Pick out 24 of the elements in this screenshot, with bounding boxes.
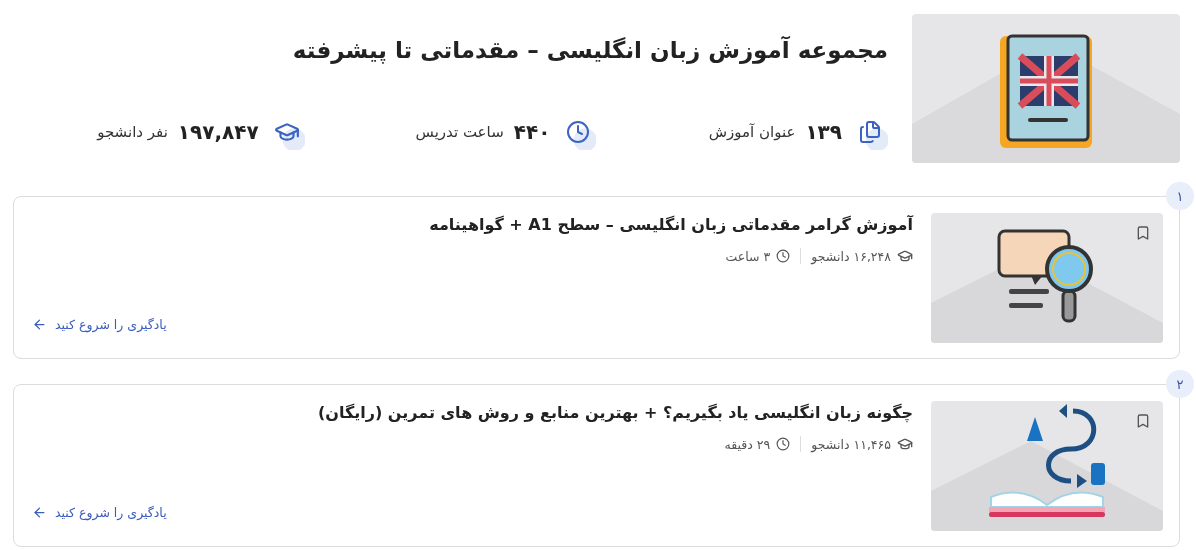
stat-label: نفر دانشجو [97, 123, 168, 141]
bookmark-icon[interactable] [1135, 413, 1151, 429]
lesson-card[interactable]: آموزش گرامر مقدماتی زبان انگلیسی – سطح A1 + گواهینامه ۱۶,۲۴۸ دانشجو ۳ ساعت یادگیری را شروع کنید [13, 196, 1180, 359]
graduation-cap-icon [897, 436, 913, 452]
graduation-cap-icon [897, 248, 913, 264]
clock-icon [776, 249, 791, 263]
lesson-number: ۲ [1166, 370, 1194, 398]
start-learning-link[interactable]: یادگیری را شروع کنید [32, 317, 167, 332]
stat-value: ۱۳۹ [805, 120, 842, 144]
lesson-number: ۱ [1166, 182, 1194, 210]
course-title: مجموعه آموزش زبان انگلیسی – مقدماتی تا پیشرفته [291, 35, 888, 66]
student-count: ۱۶,۲۴۸ دانشجو [811, 248, 891, 264]
duration: ۲۹ دقیقه [724, 436, 771, 452]
stat-label: ساعت تدریس [415, 123, 504, 141]
stat-value: ۴۴۰ [513, 120, 551, 144]
bookmark-icon[interactable] [1135, 225, 1151, 241]
stat-value: ۱۹۷,۸۴۷ [177, 120, 259, 144]
student-count: ۱۱,۴۶۵ دانشجو [811, 436, 891, 452]
start-learning-link[interactable]: یادگیری را شروع کنید [32, 505, 167, 520]
lesson-title[interactable]: چگونه زبان انگلیسی یاد بگیریم؟ + بهترین منابع و روش های تمرین (رایگان) [30, 403, 913, 422]
stat-label: عنوان آموزش [708, 123, 796, 141]
duration: ۳ ساعت [725, 248, 771, 264]
clock-icon [776, 437, 791, 451]
lesson-title[interactable]: آموزش گرامر مقدماتی زبان انگلیسی – سطح A1 + گواهینامه [30, 215, 913, 234]
